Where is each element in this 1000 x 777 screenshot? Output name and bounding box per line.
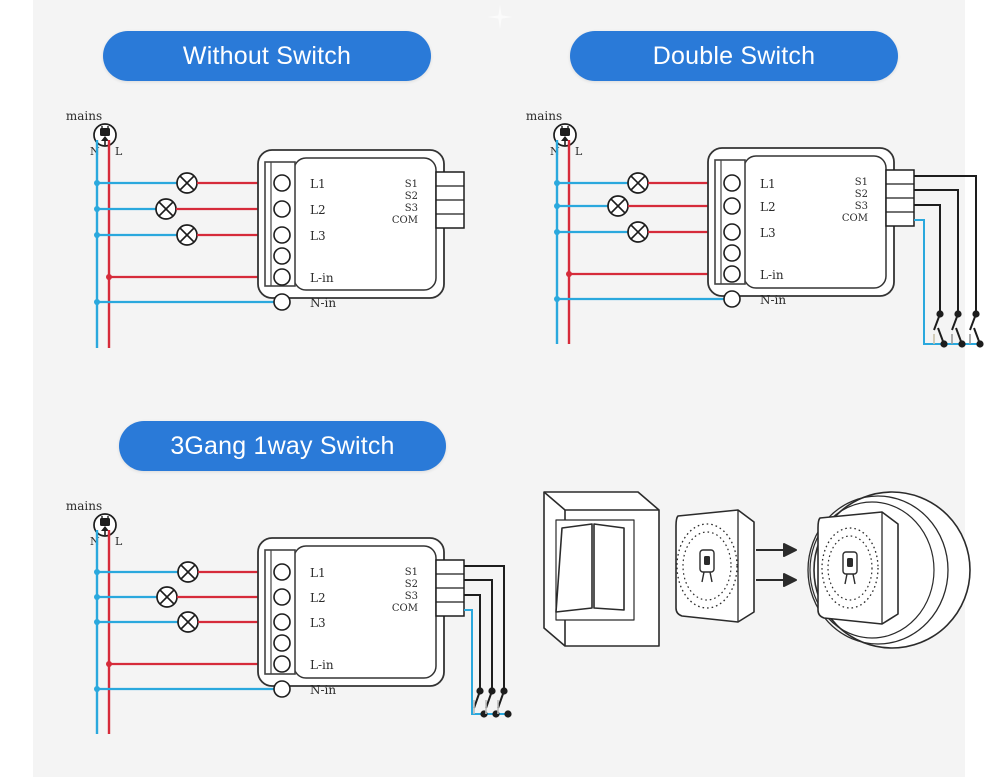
- mains-label: mains: [66, 109, 102, 123]
- round-wall-box: [807, 491, 971, 649]
- terminal-label-l3: L3: [760, 226, 776, 240]
- lamp-branch-2: [94, 198, 282, 220]
- neutral-label: N: [90, 145, 100, 158]
- terminal-l2: [273, 588, 291, 606]
- sparkle-icon: [487, 4, 513, 30]
- terminal-label-l2: L2: [310, 591, 326, 605]
- terminal-n-in: [273, 680, 291, 698]
- signal-connector-block: [435, 171, 465, 229]
- terminal-label-l3: L3: [310, 229, 326, 243]
- switch-signal-wires: [914, 175, 980, 345]
- lamp-branch-3: [94, 611, 282, 633]
- live-label: L: [115, 535, 123, 548]
- terminal-n-in: [723, 290, 741, 308]
- mains-label: mains: [66, 499, 102, 513]
- terminal-l-in: [723, 265, 741, 283]
- relay-module: L1 L2 L3 L-in N-in S1 S2 S3 COM: [257, 537, 465, 698]
- wiring-diagram-double-switch: mains N L L1 L2 L3 L-in N-in S1 S2 S3 CO…: [520, 96, 990, 366]
- n-in-feed: [554, 296, 732, 302]
- terminal-blank: [273, 247, 291, 265]
- terminal-l2: [273, 200, 291, 218]
- bus-bars: [95, 140, 111, 348]
- lamp-branch-1: [94, 172, 282, 194]
- l-in-feed: [566, 271, 732, 277]
- terminal-label-com: COM: [392, 215, 418, 226]
- install-arrow-top: [756, 543, 797, 557]
- terminal-label-s3: S3: [405, 591, 418, 602]
- terminal-blank: [273, 634, 291, 652]
- terminal-label-s2: S2: [405, 579, 418, 590]
- live-label: L: [115, 145, 123, 158]
- terminal-label-s1: S1: [405, 179, 418, 190]
- terminal-label-l-in: L-in: [310, 271, 334, 285]
- terminal-label-com: COM: [392, 603, 418, 614]
- section-title-double-switch: Double Switch: [570, 31, 898, 81]
- smart-module: [675, 509, 755, 623]
- terminal-label-s1: S1: [855, 177, 868, 188]
- wall-switch-plate: [543, 491, 660, 647]
- relay-module: L1 L2 L3 L-in N-in S1 S2 S3 COM: [707, 147, 915, 308]
- wiring-diagram-3gang-1way-switch: mains N L L1 L2 L3 L-in N-in S1 S2 S3 CO…: [60, 486, 530, 756]
- terminal-l-in: [273, 268, 291, 286]
- n-in-feed: [94, 686, 282, 692]
- one-way-switches: [473, 687, 512, 718]
- terminal-label-l1: L1: [310, 566, 326, 580]
- two-way-switches: [933, 310, 984, 348]
- bus-bars: [555, 140, 571, 344]
- neutral-label: N: [90, 535, 100, 548]
- terminal-l1: [723, 174, 741, 192]
- terminal-l-in: [273, 655, 291, 673]
- page-root: Without Switch Double Switch 3Gang 1way …: [0, 0, 1000, 777]
- terminal-l3: [273, 226, 291, 244]
- terminal-label-s2: S2: [405, 191, 418, 202]
- lamp-branch-1: [554, 172, 732, 194]
- l-in-feed: [106, 274, 282, 280]
- terminal-label-l-in: L-in: [760, 268, 784, 282]
- terminal-label-n-in: N-in: [310, 296, 336, 310]
- terminal-label-l1: L1: [760, 177, 776, 191]
- terminal-label-s1: S1: [405, 567, 418, 578]
- signal-connector-block: [435, 559, 465, 617]
- terminal-label-com: COM: [842, 213, 868, 224]
- lamp-branch-2: [94, 586, 282, 608]
- terminal-label-l1: L1: [310, 177, 326, 191]
- terminal-l1: [273, 563, 291, 581]
- terminal-label-s2: S2: [855, 189, 868, 200]
- terminal-label-s3: S3: [405, 203, 418, 214]
- lamp-branch-3: [554, 221, 732, 243]
- terminal-label-l2: L2: [310, 203, 326, 217]
- neutral-label: N: [550, 145, 560, 158]
- terminal-l2: [723, 197, 741, 215]
- n-in-feed: [94, 299, 282, 305]
- lamp-branch-3: [94, 224, 282, 246]
- terminal-label-n-in: N-in: [310, 683, 336, 697]
- terminal-label-s3: S3: [855, 201, 868, 212]
- lamp-branch-1: [94, 561, 282, 583]
- install-arrow-bottom: [756, 573, 797, 587]
- mains-label: mains: [526, 109, 562, 123]
- terminal-l3: [723, 223, 741, 241]
- live-label: L: [575, 145, 583, 158]
- terminal-label-n-in: N-in: [760, 293, 786, 307]
- wiring-diagram-without-switch: mains N L L1 L2 L3 L-in N-in S1 S2 S3 CO…: [60, 96, 500, 366]
- terminal-blank: [723, 244, 741, 262]
- section-title-without-switch: Without Switch: [103, 31, 431, 81]
- relay-module: L1 L2 L3 L-in N-in S1 S2 S3 COM: [257, 149, 465, 311]
- terminal-label-l2: L2: [760, 200, 776, 214]
- terminal-label-l3: L3: [310, 616, 326, 630]
- l-in-feed: [106, 661, 282, 667]
- section-title-3gang-1way-switch: 3Gang 1way Switch: [119, 421, 446, 471]
- lamp-branch-2: [554, 195, 732, 217]
- terminal-n-in: [273, 293, 291, 311]
- bus-bars: [95, 530, 111, 734]
- terminal-l3: [273, 613, 291, 631]
- product-installation-illustration: [520, 470, 980, 670]
- terminal-l1: [273, 174, 291, 192]
- signal-connector-block: [885, 169, 915, 227]
- terminal-label-l-in: L-in: [310, 658, 334, 672]
